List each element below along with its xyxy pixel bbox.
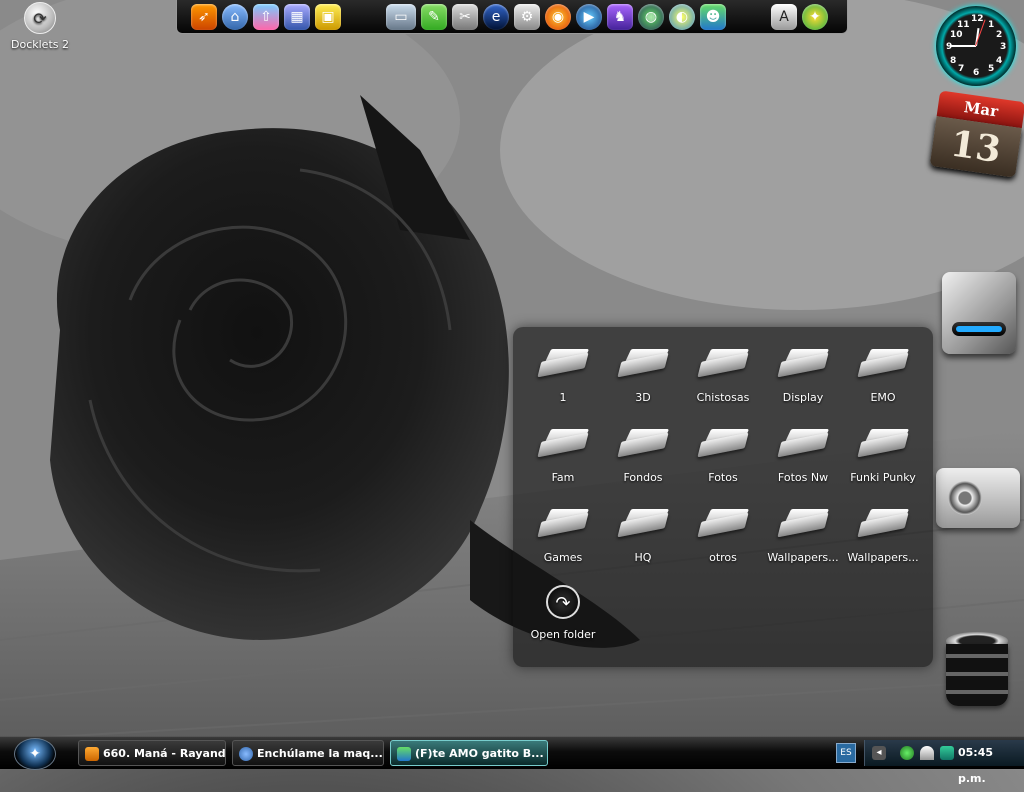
lock-icon[interactable]: ▣ [315, 3, 341, 30]
folder-label: Wallpapers... [767, 551, 839, 564]
music-app-icon [85, 747, 99, 761]
recycle-arrows-icon[interactable]: ⇧ [253, 3, 279, 30]
task-label: (F)te AMO gatito B... [415, 747, 544, 760]
open-folder-label: Open folder [530, 628, 596, 641]
firefox-icon[interactable]: ◉ [545, 3, 571, 30]
gear-printer-icon[interactable]: ⚙ [514, 3, 540, 30]
folder-label: Games [543, 551, 583, 564]
media-player-icon[interactable]: ▶ [576, 3, 602, 30]
folder-icon [697, 349, 750, 378]
folder-item[interactable]: Funki Punky [843, 429, 923, 484]
folder-item[interactable]: Fotos Nw [763, 429, 843, 484]
folder-label: Wallpapers... [847, 551, 919, 564]
docklet-label: Docklets 2 [11, 38, 69, 51]
docklets-2-shortcut[interactable]: ⟳ Docklets 2 [8, 2, 72, 51]
folder-item[interactable]: EMO [843, 349, 923, 404]
folder-label: EMO [870, 391, 896, 404]
folder-item[interactable]: Chistosas [683, 349, 763, 404]
home-icon[interactable]: ⌂ [222, 3, 248, 30]
folder-item[interactable]: Fotos [683, 429, 763, 484]
security-icon[interactable] [940, 746, 954, 760]
tools-icon[interactable]: ✂ [452, 3, 478, 30]
id-card-icon[interactable]: ▭ [386, 3, 416, 30]
my-computer-icon[interactable] [942, 272, 1016, 354]
folder-item[interactable]: Wallpapers... [843, 509, 923, 564]
network-icon[interactable]: ▦ [284, 3, 310, 30]
folder-icon [537, 509, 590, 538]
folder-label: Fotos [708, 471, 738, 484]
folder-icon [857, 429, 910, 458]
ie-icon[interactable]: e [483, 3, 509, 30]
messenger-status-icon[interactable] [900, 746, 914, 760]
writer-icon[interactable]: ✎ [421, 3, 447, 30]
folder-label: HQ [634, 551, 652, 564]
language-indicator[interactable]: ES [836, 743, 856, 763]
calendar-day: 13 [929, 116, 1022, 178]
folder-label: Fondos [623, 471, 663, 484]
calendar-gadget[interactable]: Mar 13 [929, 90, 1024, 185]
folder-icon [617, 349, 670, 378]
folder-item[interactable]: Fondos [603, 429, 683, 484]
folder-label: Fam [551, 471, 575, 484]
open-folder-button[interactable]: ↷ Open folder [523, 585, 603, 641]
taskbar-button-music[interactable]: 660. Maná - Rayand... [78, 740, 226, 766]
dragon-icon[interactable]: ♞ [607, 3, 633, 30]
folder-icon [857, 349, 910, 378]
folder-icon [537, 429, 590, 458]
top-dock: ➶ ⌂ ⇧ ▦ ▣ ▭ ✎ ✂ e ⚙ ◉ ▶ ♞ ◍ ◐ ☻ A ✦ [176, 0, 848, 34]
taskbar-clock[interactable]: 05:45 p.m. [958, 740, 1024, 792]
folder-item[interactable]: Games [523, 509, 603, 564]
rocketdock-icon[interactable]: ➶ [191, 3, 217, 30]
adobe-icon[interactable]: A [771, 3, 797, 30]
folder-icon [777, 509, 830, 538]
folder-stack-popup: ↷ Open folder 1 3D Chistosas Display EMO Fam F… [513, 327, 933, 667]
recycle-bin-icon[interactable] [946, 632, 1008, 716]
folder-item[interactable]: 1 [523, 349, 603, 404]
folder-label: 1 [559, 391, 567, 404]
folder-label: Fotos Nw [777, 471, 829, 484]
open-arrow-icon: ↷ [546, 585, 580, 619]
taskbar-button-browser[interactable]: Enchúlame la maq... [232, 740, 384, 766]
folder-icon [857, 509, 910, 538]
folder-icon [617, 509, 670, 538]
wifi-icon[interactable] [920, 746, 934, 760]
folder-label: Chistosas [696, 391, 750, 404]
messenger-icon [397, 747, 411, 761]
camera-icon[interactable] [936, 468, 1020, 528]
start-button[interactable]: ✦ [14, 738, 56, 770]
clock-minute-hand [950, 45, 976, 47]
world-icon[interactable]: ✦ [802, 3, 828, 30]
folder-label: otros [709, 551, 737, 564]
folder-icon [537, 349, 590, 378]
folder-item[interactable]: Wallpapers... [763, 509, 843, 564]
folder-label: 3D [635, 391, 651, 404]
video-icon[interactable]: ◐ [669, 3, 695, 30]
folder-label: Funki Punky [850, 471, 916, 484]
chevron-left-icon[interactable]: ◂ [872, 746, 886, 760]
task-label: 660. Maná - Rayand... [103, 747, 226, 760]
folder-label: Display [782, 391, 824, 404]
folder-item[interactable]: Fam [523, 429, 603, 484]
docklet-icon: ⟳ [24, 2, 56, 34]
folder-icon [697, 429, 750, 458]
folder-item[interactable]: otros [683, 509, 763, 564]
folder-icon [697, 509, 750, 538]
globe-icon[interactable]: ◍ [638, 3, 664, 30]
folder-item[interactable]: HQ [603, 509, 683, 564]
task-label: Enchúlame la maq... [257, 747, 383, 760]
folder-icon [777, 349, 830, 378]
folder-icon [617, 429, 670, 458]
analog-clock-gadget[interactable]: 12 3 6 9 1 2 4 5 7 8 10 11 [936, 6, 1016, 86]
folder-item[interactable]: Display [763, 349, 843, 404]
messenger-icon[interactable]: ☻ [700, 3, 726, 30]
browser-icon [239, 747, 253, 761]
taskbar-button-messenger[interactable]: (F)te AMO gatito B... [390, 740, 548, 766]
folder-icon [777, 429, 830, 458]
folder-item[interactable]: 3D [603, 349, 683, 404]
